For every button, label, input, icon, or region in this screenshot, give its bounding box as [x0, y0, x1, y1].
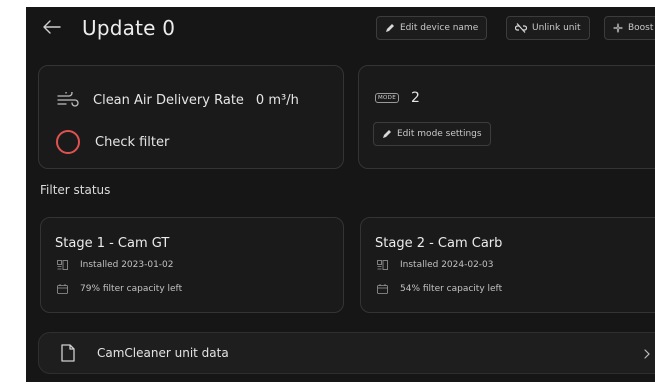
status-card: Clean Air Delivery Rate 0 m³/h Check fil…	[38, 65, 344, 169]
boost-button[interactable]: Boost	[604, 16, 655, 40]
stage-1-card[interactable]: Stage 1 - Cam GT Installed 2023-01-02 79…	[40, 217, 344, 313]
install-icon	[377, 260, 388, 270]
arrow-left-icon	[43, 20, 61, 34]
stage-1-capacity-row: 79% filter capacity left	[57, 284, 182, 294]
cadr-value: 0 m³/h	[255, 92, 299, 108]
document-icon	[61, 344, 75, 362]
stage-2-installed: Installed 2024-02-03	[400, 260, 494, 270]
install-icon	[57, 260, 68, 270]
stage-1-installed-row: Installed 2023-01-02	[57, 260, 174, 270]
stage-1-capacity: 79% filter capacity left	[80, 284, 183, 294]
cadr-label: Clean Air Delivery Rate	[93, 92, 244, 108]
unlink-unit-button[interactable]: Unlink unit	[506, 16, 590, 40]
back-button[interactable]	[42, 17, 62, 37]
wind-icon	[57, 92, 79, 107]
pencil-icon	[383, 130, 391, 138]
device-screen: Update 0 Edit device name Unlink unit Bo…	[26, 7, 655, 382]
mode-card: MODE 2 Edit mode settings	[358, 65, 655, 169]
calendar-icon	[57, 284, 68, 294]
mode-row: MODE 2	[375, 90, 420, 106]
edit-mode-settings-button[interactable]: Edit mode settings	[373, 122, 491, 146]
filter-alert-row: Check filter	[55, 129, 169, 155]
stage-2-card[interactable]: Stage 2 - Cam Carb Installed 2024-02-03 …	[360, 217, 655, 313]
filter-status-title: Filter status	[40, 183, 111, 197]
page-title: Update 0	[82, 16, 176, 40]
alert-ring-icon	[56, 130, 80, 154]
mode-badge: MODE	[375, 93, 399, 103]
edit-device-name-button[interactable]: Edit device name	[376, 16, 488, 40]
boost-label: Boost	[628, 23, 654, 33]
pencil-icon	[386, 24, 394, 32]
stage-2-capacity-row: 54% filter capacity left	[377, 284, 502, 294]
unit-data-row[interactable]: CamCleaner unit data	[38, 332, 655, 374]
chevron-right-icon	[644, 349, 650, 359]
unlink-icon	[515, 23, 527, 33]
unlink-unit-label: Unlink unit	[532, 23, 581, 33]
check-filter-label: Check filter	[95, 134, 170, 150]
header: Update 0 Edit device name Unlink unit Bo…	[26, 7, 655, 51]
stage-2-installed-row: Installed 2024-02-03	[377, 260, 494, 270]
stage-1-title: Stage 1 - Cam GT	[55, 236, 170, 251]
mode-value: 2	[411, 90, 420, 106]
edit-device-name-label: Edit device name	[400, 23, 479, 33]
fan-icon	[613, 23, 623, 33]
edit-mode-settings-label: Edit mode settings	[397, 129, 482, 139]
stage-1-installed: Installed 2023-01-02	[80, 260, 174, 270]
calendar-icon	[377, 284, 388, 294]
cadr-row: Clean Air Delivery Rate 0 m³/h	[57, 92, 299, 108]
unit-data-label: CamCleaner unit data	[97, 346, 229, 360]
stage-2-title: Stage 2 - Cam Carb	[375, 236, 503, 251]
stage-2-capacity: 54% filter capacity left	[400, 284, 503, 294]
